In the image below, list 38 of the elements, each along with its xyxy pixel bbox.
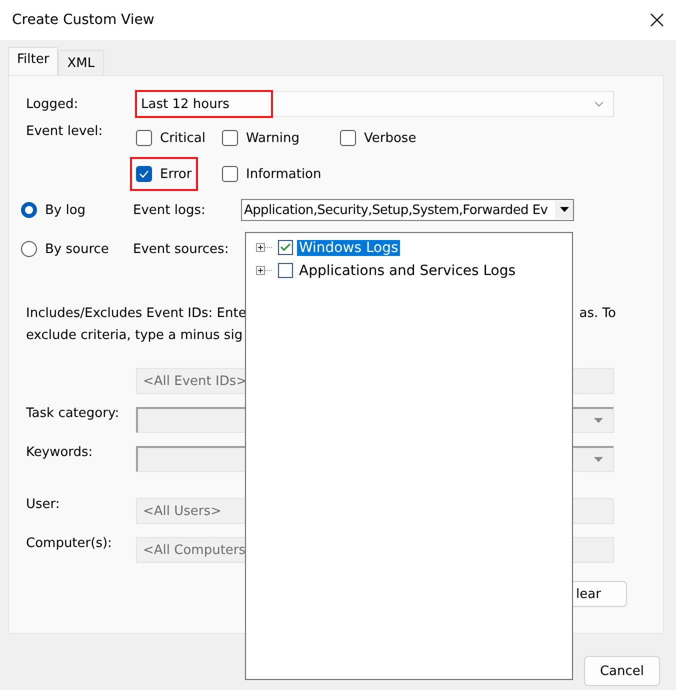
description-text: Includes/Excludes Event IDs: Ente <box>26 305 246 323</box>
check-icon <box>139 170 149 178</box>
checkbox[interactable] <box>278 240 293 255</box>
tab[interactable]: Filter <box>8 47 58 75</box>
field-label: Computer(s): <box>26 536 113 551</box>
radio-button[interactable]: By source <box>21 241 133 257</box>
tab[interactable]: XML <box>58 50 104 75</box>
logged-dropdown[interactable]: Last 12 hours <box>136 91 614 117</box>
checkbox[interactable]: Warning <box>216 121 306 155</box>
field-label: Event level: <box>26 123 104 139</box>
caret-icon <box>560 207 568 213</box>
check-icon <box>280 243 291 252</box>
window-title: Create Custom View <box>12 12 154 28</box>
caret-icon <box>594 418 602 424</box>
close-icon[interactable] <box>650 13 664 27</box>
field-label: Keywords: <box>26 445 94 460</box>
description-text: exclude criteria, type a minus sig <box>26 327 244 345</box>
caret-icon <box>594 456 602 462</box>
event-logs-dropdown[interactable]: Application,Security,Setup,System,Forwarded Ev <box>241 199 574 221</box>
tree-item[interactable]: Applications and Services Logs <box>297 262 518 278</box>
checkbox[interactable]: Error <box>130 157 198 191</box>
checkbox[interactable] <box>278 263 293 278</box>
field-label: Logged: <box>26 96 80 112</box>
chevron-icon <box>595 102 603 106</box>
radio-button[interactable]: By log <box>21 202 133 218</box>
field-label: Event sources: <box>133 242 230 256</box>
expand-icon[interactable] <box>256 266 274 275</box>
dropdown-value: Last 12 hours <box>135 90 273 118</box>
field-label: Task category: <box>26 406 120 421</box>
checkbox[interactable]: Information <box>216 157 328 191</box>
cancel-button[interactable]: Cancel <box>584 656 660 686</box>
field-label: Event logs: <box>133 202 206 218</box>
checkbox[interactable]: Verbose <box>334 121 422 155</box>
expand-icon[interactable] <box>256 243 274 252</box>
checkbox[interactable]: Critical <box>130 121 212 155</box>
tree-item[interactable]: Windows Logs <box>297 240 400 256</box>
description-text: as. To <box>579 305 616 323</box>
field-label: User: <box>26 497 61 512</box>
